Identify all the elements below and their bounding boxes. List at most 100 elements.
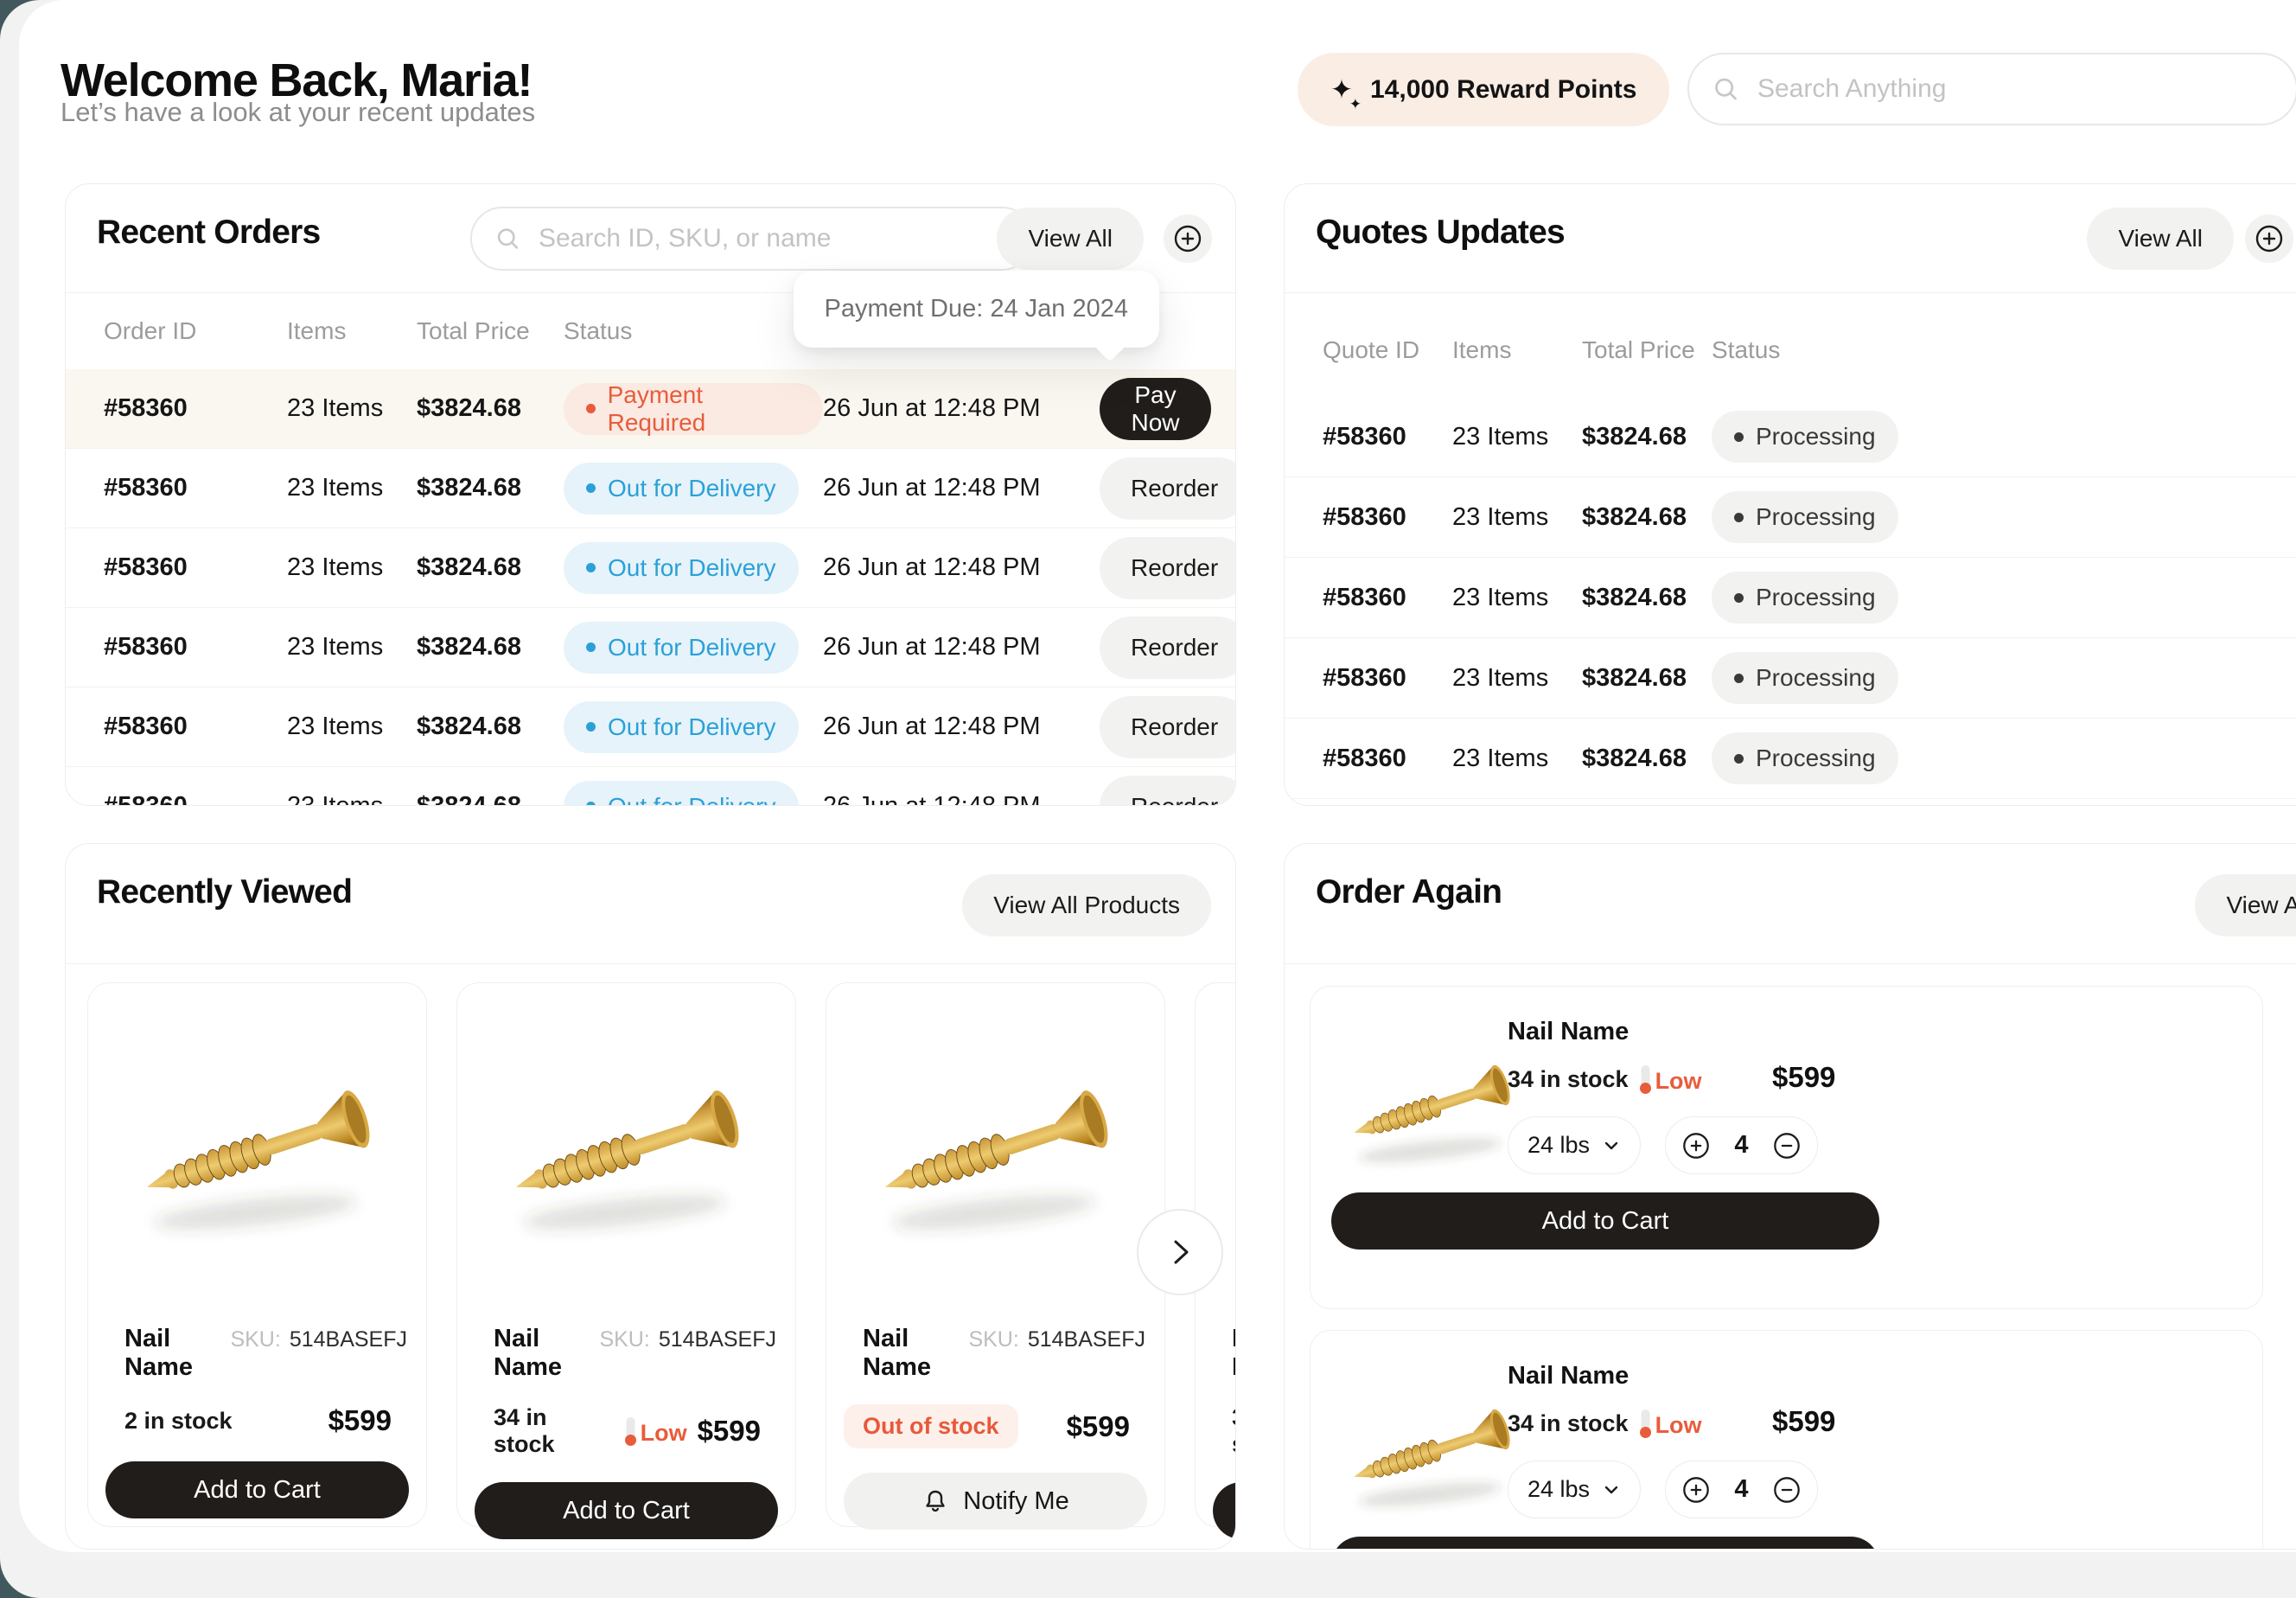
order-again-view-all-button[interactable]: View All (2195, 874, 2296, 936)
status-badge: Processing (1712, 411, 1898, 463)
order-row: #58360 23 Items $3824.68 Out for Deliver… (66, 687, 1235, 767)
product-action-button[interactable]: Add to Cart (1213, 1482, 1236, 1539)
order-again-title: Order Again (1316, 873, 1502, 911)
increment-button[interactable] (1681, 1131, 1711, 1160)
product-price: $599 (1772, 1061, 1835, 1094)
order-action-button[interactable]: Reorder (1100, 457, 1236, 520)
chevron-right-icon (1163, 1235, 1197, 1269)
quantity-value: 4 (1734, 1131, 1748, 1160)
low-stock-label: Low (641, 1420, 687, 1447)
status-dot (586, 802, 596, 806)
order-again-panel: Order Again View All Nail Name 34 in sto… (1284, 843, 2296, 1550)
product-image (1341, 1034, 1522, 1198)
product-action-button[interactable]: Notify Me (844, 1473, 1147, 1530)
product-card: Nail Name SKU: 514BASEFJ 34 in stock Low (456, 982, 796, 1527)
product-image (1341, 1378, 1522, 1543)
status-dot (586, 404, 596, 413)
order-action-button[interactable]: Reorder (1100, 537, 1236, 599)
order-again-header: Order Again View All (1285, 844, 2296, 964)
product-name: Nail Name (1232, 1325, 1236, 1382)
unit-dropdown[interactable]: 24 lbs (1508, 1461, 1641, 1518)
circle-minus-icon (1772, 1475, 1802, 1505)
add-to-cart-button[interactable]: Add to Cart (1331, 1192, 1879, 1250)
orders-add-button[interactable] (1164, 214, 1212, 263)
recent-orders-title: Recent Orders (97, 214, 320, 252)
carousel-next-button[interactable] (1137, 1209, 1223, 1295)
status-badge: Payment Required (564, 383, 823, 435)
quotes-header: Quotes Updates View All (1285, 184, 2296, 293)
search-icon (494, 224, 521, 253)
global-search (1687, 53, 2296, 125)
bell-icon (922, 1487, 949, 1515)
search-icon (1712, 74, 1740, 105)
recently-viewed-panel: Recently Viewed View All Products Nail N… (65, 843, 1236, 1550)
product-price: $599 (698, 1415, 761, 1448)
sku-value: 514BASEFJ (1028, 1327, 1145, 1352)
low-stock-icon (1639, 1409, 1652, 1439)
screw-image (866, 1046, 1126, 1262)
status-badge: Out for Delivery (564, 542, 799, 594)
chevron-down-icon (1602, 1136, 1621, 1155)
increment-button[interactable] (1681, 1475, 1711, 1505)
product-price: $599 (328, 1404, 392, 1437)
stock-status: 34 in stock (1508, 1410, 1629, 1437)
status-dot (586, 483, 596, 493)
status-badge: Out for Delivery (564, 622, 799, 674)
order-action-button[interactable]: Pay Now (1100, 378, 1211, 440)
quotes-title: Quotes Updates (1316, 214, 1565, 252)
order-row: #58360 23 Items $3824.68 Out for Deliver… (66, 528, 1235, 608)
recently-viewed-view-all-button[interactable]: View All Products (962, 874, 1211, 936)
product-name: Nail Name (494, 1325, 590, 1382)
product-action-button[interactable]: Add to Cart (105, 1461, 409, 1518)
quantity-stepper: 4 (1665, 1116, 1818, 1174)
status-badge: Processing (1712, 491, 1898, 543)
low-stock-icon (624, 1416, 637, 1447)
quotes-add-button[interactable] (2245, 214, 2293, 263)
status-badge: Out for Delivery (564, 463, 799, 515)
main-content: Welcome Back, Maria! Let’s have a look a… (19, 0, 2296, 1552)
low-stock-label: Low (1655, 1412, 1702, 1439)
product-name: Nail Name (124, 1325, 221, 1382)
orders-view-all-button[interactable]: View All (997, 208, 1144, 270)
unit-dropdown[interactable]: 24 lbs (1508, 1116, 1641, 1174)
order-action-button[interactable]: Reorder (1100, 617, 1236, 679)
status-dot (1734, 593, 1744, 603)
product-action-button[interactable]: Add to Cart (475, 1482, 778, 1539)
global-search-input[interactable] (1756, 74, 2274, 105)
order-action-button[interactable]: Reorder (1100, 776, 1236, 807)
sku-label: SKU: (599, 1327, 649, 1352)
orders-search-input[interactable] (537, 223, 1010, 254)
circle-plus-icon (1681, 1475, 1711, 1505)
product-card: Nail Name SKU: 514BASEFJ Out of stock $5… (826, 982, 1165, 1527)
status-dot (1734, 513, 1744, 522)
status-dot (1734, 754, 1744, 764)
add-to-cart-button[interactable]: Add to Cart (1331, 1537, 1879, 1550)
product-image (475, 983, 778, 1325)
low-stock-label: Low (1655, 1068, 1702, 1095)
recently-viewed-header: Recently Viewed View All Products (66, 844, 1235, 964)
stock-status: Out of stock (844, 1404, 1018, 1448)
product-price: $599 (1067, 1410, 1130, 1443)
quote-row: #58360 23 Items $3824.68 Processing (1285, 638, 2296, 719)
circle-plus-icon (2254, 223, 2285, 254)
screw-image (1341, 1378, 1522, 1530)
quotes-table-body: #58360 23 Items $3824.68 Processing #583… (1285, 397, 2296, 799)
status-dot (586, 563, 596, 572)
order-action-button[interactable]: Reorder (1100, 696, 1236, 758)
recent-orders-panel: Recent Orders View All Order ID Items To… (65, 183, 1236, 806)
chevron-down-icon (1602, 1480, 1621, 1499)
order-again-item: Nail Name 34 in stock Low $599 24 lbs (1310, 986, 2263, 1309)
status-dot (586, 642, 596, 652)
sku-label: SKU: (230, 1327, 280, 1352)
decrement-button[interactable] (1772, 1475, 1802, 1505)
order-row: #58360 23 Items $3824.68 Out for Deliver… (66, 767, 1235, 806)
quote-row: #58360 23 Items $3824.68 Processing (1285, 477, 2296, 558)
quote-row: #58360 23 Items $3824.68 Processing (1285, 719, 2296, 799)
stock-status: 34 in stock (1508, 1066, 1629, 1093)
product-cards: Nail Name SKU: 514BASEFJ 2 in stock $599 (87, 982, 1236, 1527)
sku-value: 514BASEFJ (290, 1327, 407, 1352)
quotes-view-all-button[interactable]: View All (2087, 208, 2234, 270)
decrement-button[interactable] (1772, 1131, 1802, 1160)
status-badge: Out for Delivery (564, 701, 799, 753)
reward-points-badge[interactable]: ✦✦ 14,000 Reward Points (1298, 53, 1669, 126)
